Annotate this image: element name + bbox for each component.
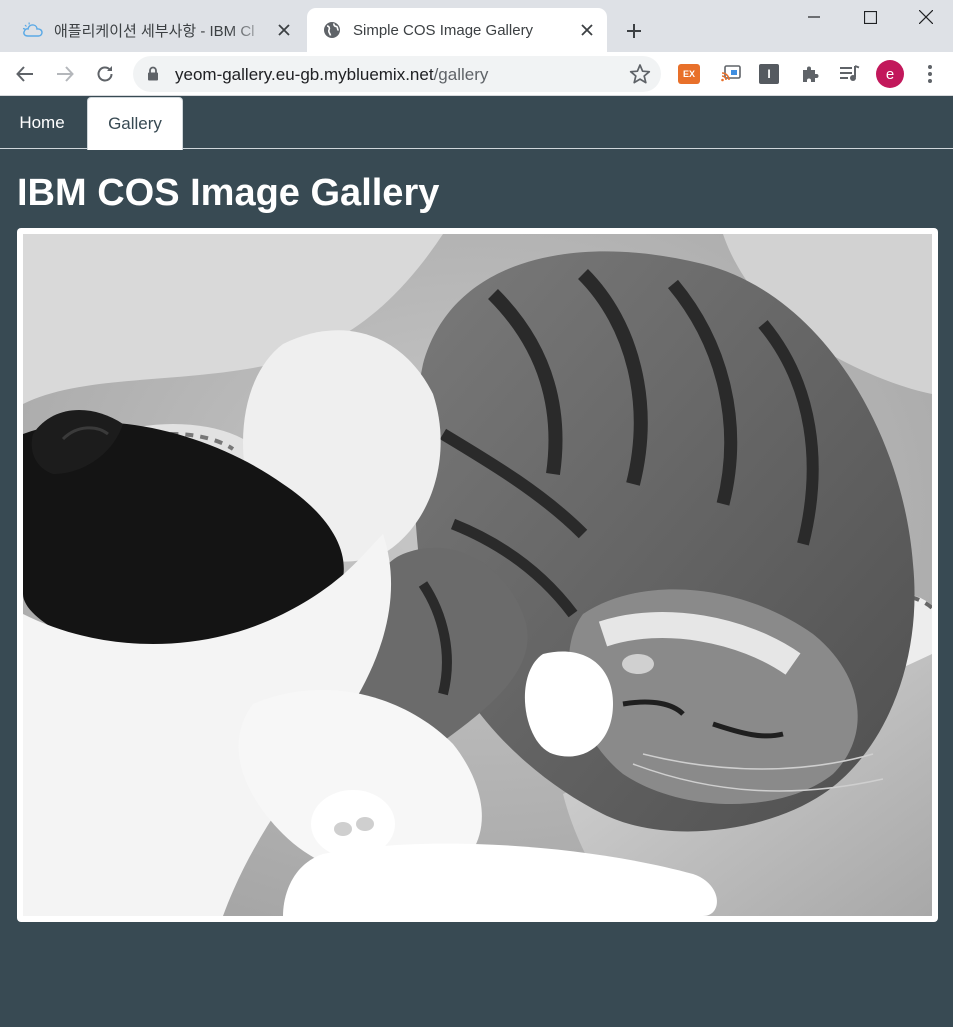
page-title: IBM COS Image Gallery xyxy=(17,172,440,214)
tab-title: 애플리케이션 세부사항 - IBM Cl xyxy=(54,22,255,40)
minimize-icon[interactable] xyxy=(786,0,842,34)
browser-toolbar: yeom-gallery.eu-gb.mybluemix.net/gallery… xyxy=(0,52,953,96)
extension-ex-icon[interactable]: EX xyxy=(678,64,700,84)
address-bar[interactable]: yeom-gallery.eu-gb.mybluemix.net/gallery xyxy=(133,56,661,92)
extension-ex-label: EX xyxy=(682,69,695,79)
extension-cast-icon[interactable] xyxy=(719,62,743,86)
nav-home-link[interactable]: Home xyxy=(0,97,84,149)
browser-tab-gallery[interactable]: Simple COS Image Gallery xyxy=(307,8,607,52)
close-tab-icon[interactable] xyxy=(272,18,296,42)
extensions-puzzle-icon[interactable] xyxy=(798,62,822,86)
gallery-image-card xyxy=(17,228,938,922)
window-close-icon[interactable] xyxy=(898,0,953,34)
extension-i-label: I xyxy=(767,67,771,81)
new-tab-icon[interactable] xyxy=(620,17,648,45)
extension-i-icon[interactable]: I xyxy=(759,64,779,84)
close-tab-icon[interactable] xyxy=(575,18,599,42)
profile-avatar[interactable]: e xyxy=(876,60,904,88)
gallery-photo-cats[interactable] xyxy=(23,234,932,916)
globe-icon xyxy=(321,19,343,41)
url-host: yeom-gallery.eu-gb.mybluemix.net xyxy=(175,65,434,84)
site-nav: Home Gallery xyxy=(0,97,953,150)
profile-initial: e xyxy=(885,65,895,83)
back-arrow-icon[interactable] xyxy=(10,59,40,89)
lock-icon[interactable] xyxy=(147,66,159,86)
reload-icon[interactable] xyxy=(90,59,120,89)
tab-title: Simple COS Image Gallery xyxy=(353,21,534,39)
media-control-icon[interactable] xyxy=(838,62,862,86)
forward-arrow-icon[interactable] xyxy=(50,59,80,89)
bookmark-star-icon[interactable] xyxy=(629,63,651,85)
browser-tab-ibm-cloud[interactable]: 애플리케이션 세부사항 - IBM Cl xyxy=(8,8,304,52)
cloud-icon xyxy=(22,19,44,41)
maximize-icon[interactable] xyxy=(842,0,898,34)
url-text: yeom-gallery.eu-gb.mybluemix.net/gallery xyxy=(175,65,488,85)
url-path: /gallery xyxy=(433,65,489,84)
browser-tabstrip: 애플리케이션 세부사항 - IBM Cl Simple COS Image Ga… xyxy=(0,0,953,52)
browser-menu-icon[interactable] xyxy=(918,62,942,86)
nav-gallery-tab[interactable]: Gallery xyxy=(87,97,183,150)
